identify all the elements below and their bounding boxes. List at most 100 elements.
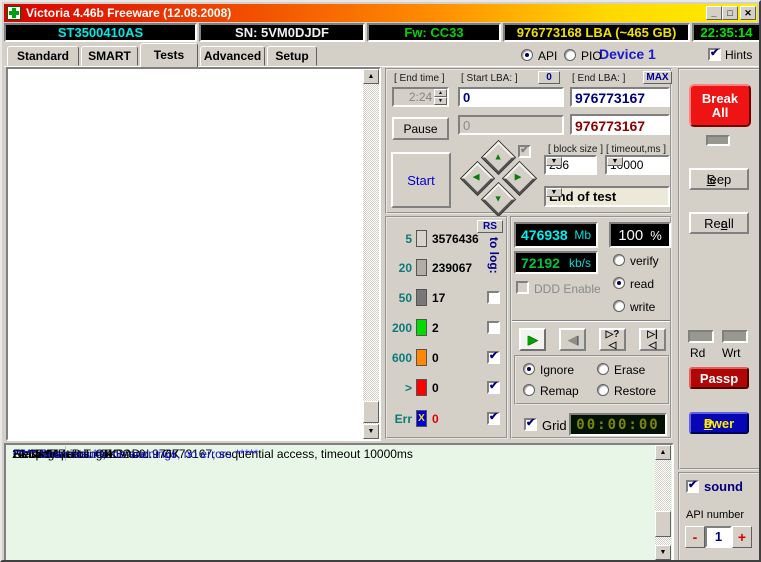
scroll-up-icon[interactable]: ▲	[363, 69, 379, 84]
radio-icon	[597, 384, 609, 396]
device-label[interactable]: Device 1	[599, 46, 656, 62]
seek-left-button[interactable]: ◀	[461, 162, 494, 195]
chevron-down-icon[interactable]: ▼	[546, 188, 562, 197]
to-log-checkbox[interactable]	[487, 349, 500, 364]
rewind-icon: ◀	[567, 331, 578, 347]
log-scrollbar[interactable]: ▲ ▼	[655, 445, 671, 560]
timeout-select[interactable]: 10000 ▼	[605, 155, 670, 175]
up-arrow-icon: ▲	[493, 151, 503, 162]
start-lba-zero-button[interactable]: 0	[538, 71, 560, 84]
seek-down-button[interactable]: ▼	[482, 183, 515, 216]
spin-down-icon[interactable]: ▼	[434, 97, 447, 105]
to-log-checkbox[interactable]	[487, 379, 500, 394]
percent-lcd: 100 %	[609, 222, 671, 248]
hints-checkbox[interactable]	[708, 46, 721, 61]
seek-boundary-button[interactable]: ▷|◁	[639, 328, 666, 351]
seek-right-button[interactable]: ▶	[503, 162, 536, 195]
right-arrow-icon: ▶	[514, 171, 522, 182]
chevron-down-icon[interactable]: ▼	[607, 157, 623, 166]
drive-model: ST3500410AS	[57, 25, 144, 40]
block-map-scrollbar[interactable]: ▲ ▼	[363, 69, 379, 439]
histogram-bucket-count: 0	[432, 351, 439, 365]
scroll-up-icon[interactable]: ▲	[655, 445, 671, 460]
histogram-bucket-swatch	[416, 379, 427, 396]
api-number-minus-button[interactable]: -	[685, 526, 705, 548]
drive-serial-field: SN: 5VM0DJDF	[199, 23, 365, 42]
sound-checkbox[interactable]	[686, 478, 699, 493]
busy-indicator	[706, 135, 730, 146]
histogram-bucket-swatch	[416, 349, 427, 366]
to-log-checkbox[interactable]	[487, 410, 500, 425]
end-lba-input[interactable]: 976773167	[570, 87, 670, 107]
api-number-field[interactable]: 1	[705, 526, 732, 548]
ddd-checkbox	[516, 281, 529, 294]
to-log-checkbox[interactable]	[487, 321, 500, 334]
histogram-bucket-count: 3576436	[432, 232, 479, 246]
down-arrow-icon: ▼	[493, 193, 503, 204]
log-panel: 21:16:14 Get S.M.A.R.T. command... OK 21:1…	[4, 443, 674, 560]
end-time-spinner[interactable]: 2:24 ▲ ▼	[392, 87, 449, 107]
passp-button[interactable]: Passp	[689, 367, 749, 389]
recall-button[interactable]: Re c all	[689, 212, 749, 234]
radio-icon	[597, 363, 609, 375]
start-lba-input[interactable]: 0	[458, 87, 564, 107]
tab-advanced[interactable]: Advanced	[200, 46, 265, 66]
log-message: ***** Scan results: no warnings, no erro…	[13, 447, 259, 461]
current-end-field: 976773167	[570, 114, 670, 135]
power-button[interactable]: Power	[689, 412, 749, 434]
victoria-window: Victoria 4.46b Freeware (12.08.2008) _ □…	[0, 0, 761, 562]
hints-label: Hints	[725, 48, 753, 62]
play-icon: ▶	[527, 331, 538, 347]
pause-button[interactable]: Pause	[392, 117, 449, 140]
seek-up-button[interactable]: ▲	[482, 141, 515, 174]
radio-icon	[523, 384, 535, 396]
read-indicator	[688, 330, 714, 343]
write-indicator	[722, 330, 748, 343]
histogram-bucket-count: 17	[432, 291, 446, 305]
histogram-bucket-count: 239067	[432, 261, 473, 275]
radio-icon	[613, 277, 625, 289]
rewind-button[interactable]: ◀	[559, 328, 586, 351]
histogram-bucket-count: 0	[432, 412, 439, 426]
radio-icon	[613, 254, 625, 266]
timeout-label: [ timeout,ms ]	[606, 144, 667, 155]
minimize-button[interactable]: _	[706, 6, 722, 20]
rs-button[interactable]: RS	[477, 220, 503, 233]
seek-ask-button[interactable]: ▷?◁	[599, 328, 626, 351]
title-bar[interactable]: Victoria 4.46b Freeware (12.08.2008) _ □…	[4, 4, 757, 22]
current-lba-field: 0	[458, 115, 564, 135]
histogram-bucket-swatch	[416, 230, 427, 247]
block-size-select[interactable]: 256▼	[544, 155, 597, 175]
scroll-down-icon[interactable]: ▼	[363, 424, 379, 439]
end-time-label: [ End time ]	[394, 73, 445, 84]
tab-setup[interactable]: Setup	[267, 46, 317, 66]
spin-up-icon[interactable]: ▲	[434, 89, 447, 97]
end-lba-max-button[interactable]: MAX	[643, 71, 672, 84]
break-all-button[interactable]: Break All	[689, 84, 751, 127]
histogram-bucket-label: >	[404, 381, 412, 395]
after-action-select[interactable]: End of test ▼	[544, 186, 670, 207]
tab-standard[interactable]: Standard	[7, 46, 79, 66]
maximize-button[interactable]: □	[722, 6, 738, 20]
histogram-bucket-swatch	[416, 319, 427, 336]
app-icon	[7, 6, 21, 20]
sleep-button[interactable]: Sleep	[689, 168, 749, 190]
scrollbar-thumb[interactable]	[363, 401, 379, 423]
play-button[interactable]: ▶	[519, 328, 546, 351]
histogram-bucket-swatch	[416, 259, 427, 276]
chevron-down-icon[interactable]: ▼	[546, 157, 562, 166]
start-button[interactable]: Start	[391, 152, 451, 208]
scroll-down-icon[interactable]: ▼	[655, 545, 671, 560]
scrollbar-thumb[interactable]	[655, 511, 671, 537]
tab-tests[interactable]: Tests	[140, 43, 198, 67]
tab-smart[interactable]: SMART	[81, 46, 138, 66]
to-log-checkbox[interactable]	[487, 291, 500, 304]
write-indicator-label: Wrt	[722, 346, 741, 360]
api-number-label: API number	[686, 509, 745, 521]
seek-ask-icon: ▷?◁	[605, 328, 620, 351]
grid-checkbox[interactable]	[524, 416, 537, 431]
close-button[interactable]: ✕	[740, 6, 756, 20]
histogram-bucket-label: 20	[398, 261, 412, 275]
api-number-plus-button[interactable]: +	[732, 526, 752, 548]
start-lba-label: [ Start LBA: ]	[461, 73, 518, 84]
